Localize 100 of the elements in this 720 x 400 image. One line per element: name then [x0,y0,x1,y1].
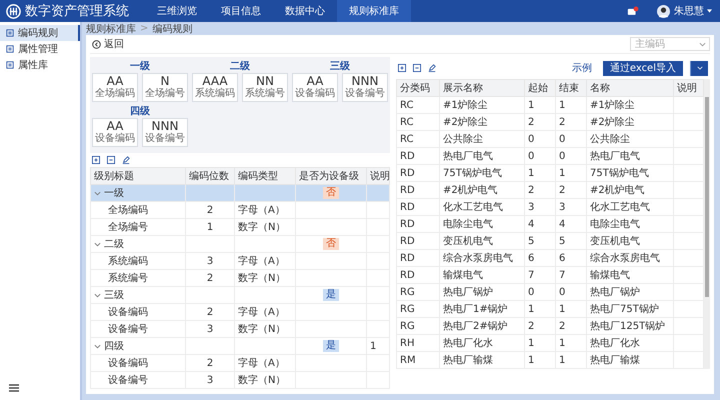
table-cell: 1 [528,304,534,314]
table-cell: RG [400,320,415,332]
caret-icon[interactable] [707,9,712,13]
tree-row[interactable]: 四级 是 1 [90,338,390,354]
breadcrumb-link[interactable]: 编码规则 [152,22,192,36]
table-cell: 电除尘电气 [443,219,493,230]
import-dropdown-button[interactable] [690,60,708,76]
column-header: 编码位数 [186,168,234,184]
column-header: 级别标题 [90,168,186,184]
segment-label: 全场编码 [95,88,135,100]
nav-tab[interactable]: 项目信息 [209,0,273,22]
segment-label: 设备编码 [95,133,135,145]
segment-code: NN [256,75,274,88]
table-cell: 4 [528,218,534,230]
table-cell: RG [400,286,415,298]
sidebar-item[interactable]: 属性库 [0,57,80,73]
nav-tab[interactable]: 规则标准库 [337,0,411,22]
table-cell: RD [400,218,415,230]
chevron-icon[interactable] [94,292,101,298]
table-cell: 6 [559,252,566,264]
table-cell: 热电厂锅炉 [590,287,640,298]
avatar-icon[interactable] [657,4,670,18]
table-cell: 5 [559,236,566,246]
column-header: 展示名称 [440,80,524,96]
table-cell: RD [400,202,415,212]
table-cell: #2机炉电气 [590,185,645,196]
table-cell: 热电厂输煤 [443,355,493,366]
table-cell: 公共除尘 [590,134,630,145]
notification-icon[interactable] [627,6,639,16]
example-link[interactable]: 示例 [572,61,592,75]
table-cell: RD [400,184,415,196]
segment-label: 设备编码 [295,88,335,100]
code-type: 字母（A） [238,205,285,216]
segment-label: 系统编码 [195,88,235,100]
tree-row[interactable]: 三级 是 [90,286,390,304]
table-cell: 1 [528,354,534,366]
chevron-icon[interactable] [94,342,101,350]
segment-label: 全场编号 [145,88,185,100]
expand-all-icon[interactable] [92,156,100,164]
user-name[interactable]: 朱思慧 [674,4,704,18]
table-cell: 热电厂75T锅炉 [590,304,659,315]
table-cell: 6 [528,252,534,264]
sidebar-item[interactable]: 属性管理 [0,41,80,57]
table-cell: 5 [528,236,534,246]
segment-name: 全场编号 [107,222,148,233]
segment-code: AA [106,120,124,133]
table-cell: 0 [528,134,534,144]
level-name: 三级 [104,289,124,302]
table-cell: 2 [528,116,534,128]
collapse-all-icon[interactable] [413,64,421,72]
chevron-down-icon [699,42,706,47]
level-name: 四级 [104,340,124,353]
nav-tab[interactable]: 三维浏览 [145,0,209,22]
collapse-all-icon[interactable] [107,156,115,164]
breadcrumb-link[interactable]: 规则标准库 [86,22,136,36]
segment-name: 设备编号 [107,375,148,386]
pencil-icon[interactable] [122,156,130,164]
level-title: 三级 [330,60,350,73]
chevron-icon[interactable] [94,240,101,248]
code-type: 数字（N） [238,222,286,233]
segment-name: 设备编号 [107,324,148,335]
column-header: 结束 [556,80,586,96]
back-button[interactable]: 返回 [90,37,126,51]
menu-icon[interactable] [9,384,19,392]
chevron-down-icon [696,66,702,70]
table-cell: 75T锅炉电气 [443,168,502,179]
level-title: 一级 [130,60,150,73]
table-cell: 0 [559,286,566,298]
segment-label: 设备编号 [145,133,185,145]
column-header: 说明 [366,168,390,184]
table-cell: 热电厂2#锅炉 [443,321,508,332]
table-cell: RD [400,150,415,162]
code-type: 数字（N） [238,324,286,335]
tree-row[interactable]: 二级 否 [90,236,390,252]
import-button[interactable]: 通过excel导入 [602,60,683,76]
segment-label: 系统编号 [245,88,285,100]
sidebar-item[interactable]: 编码规则 [0,25,80,41]
code-type: 字母（A） [238,307,285,318]
level-name: 二级 [104,238,124,251]
segment-code: AA [306,75,324,88]
table-cell: 4 [559,218,566,230]
tree-row[interactable]: 一级 否 [90,184,390,202]
table-cell: 化水工艺电气 [590,202,650,213]
digit-count: 2 [206,272,214,284]
table-cell: #2炉除尘 [590,117,635,128]
table-cell: RG [400,304,415,314]
table-cell: 7 [559,270,566,280]
table-cell: 变压机电气 [590,236,640,247]
table-cell: 3 [559,202,566,212]
nav-tab[interactable]: 数据中心 [273,0,337,22]
code-select[interactable]: 主编码 [630,37,710,51]
scrollbar[interactable] [704,79,710,369]
device-level-tag: 否 [323,238,339,250]
table-cell: 热电厂化水 [443,338,493,349]
table-cell: 75T锅炉电气 [590,168,649,179]
expand-all-icon[interactable] [398,64,406,72]
table-cell: 1 [559,338,566,348]
document-icon [6,29,14,37]
pencil-icon[interactable] [428,64,436,72]
chevron-icon[interactable] [94,190,101,196]
